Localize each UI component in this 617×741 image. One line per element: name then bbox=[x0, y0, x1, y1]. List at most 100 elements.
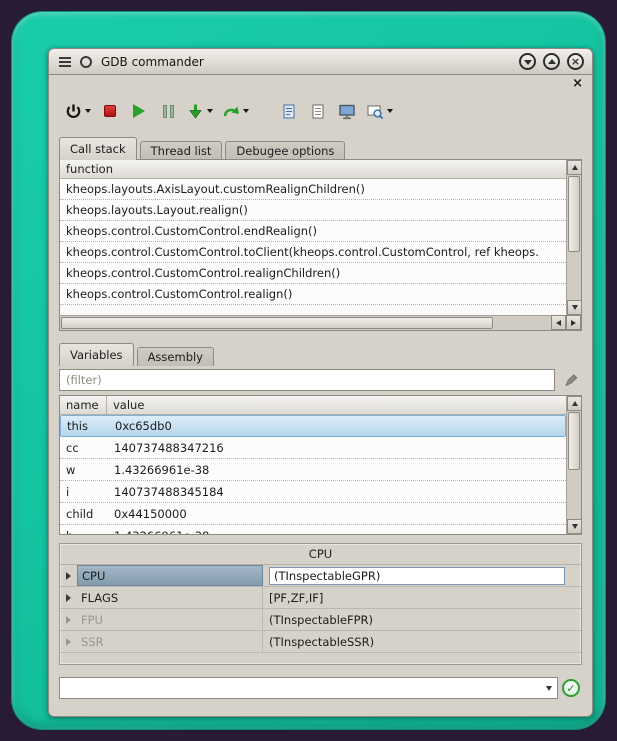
callstack-row[interactable]: kheops.layouts.Layout.realign() bbox=[60, 200, 566, 221]
tab-thread-list[interactable]: Thread list bbox=[140, 141, 223, 160]
stop-icon bbox=[104, 105, 116, 117]
tab-variables[interactable]: Variables bbox=[59, 343, 134, 366]
cpu-register-list: CPU (TInspectableGPR) FLAGS [PF,ZF,IF] F… bbox=[60, 564, 581, 653]
cpu-row[interactable]: CPU (TInspectableGPR) bbox=[60, 565, 581, 587]
variables-panel: name value this 0xc65db0 cc 140737488347… bbox=[59, 395, 582, 535]
inspect-dropdown-icon[interactable] bbox=[387, 109, 393, 113]
callstack-panel: function kheops.layouts.AxisLayout.custo… bbox=[59, 159, 582, 331]
variable-row[interactable]: cc 140737488347216 bbox=[60, 437, 566, 459]
scroll-up-button[interactable] bbox=[567, 160, 582, 175]
titlebar[interactable]: GDB commander × bbox=[49, 49, 592, 75]
debug-toolbar bbox=[49, 93, 592, 129]
send-command-button[interactable]: ✓ bbox=[562, 679, 580, 697]
scrollbar-thumb[interactable] bbox=[61, 317, 493, 329]
tab-debugee-options[interactable]: Debugee options bbox=[225, 141, 345, 160]
column-header-value[interactable]: value bbox=[107, 396, 568, 414]
scroll-up-button[interactable] bbox=[567, 396, 582, 411]
monitor-button[interactable] bbox=[335, 98, 359, 124]
shade-button[interactable] bbox=[519, 53, 536, 70]
scroll-left-button[interactable] bbox=[551, 315, 566, 330]
variables-vertical-scrollbar[interactable] bbox=[566, 396, 581, 534]
command-list-icon bbox=[310, 103, 326, 120]
variable-row[interactable]: b 1.43266961e-38 bbox=[60, 525, 566, 534]
callstack-row[interactable]: kheops.layouts.AxisLayout.customRealignC… bbox=[60, 179, 566, 200]
chevron-down-icon bbox=[524, 60, 532, 65]
filter-row bbox=[59, 369, 582, 391]
pause-icon bbox=[163, 105, 174, 118]
tab-call-stack[interactable]: Call stack bbox=[59, 137, 137, 160]
titlebar-buttons: × bbox=[519, 53, 584, 70]
callstack-horizontal-scrollbar[interactable] bbox=[60, 315, 581, 330]
cpu-inspector: CPU CPU (TInspectableGPR) FLAGS [PF,ZF,I… bbox=[59, 543, 582, 665]
open-doc-icon bbox=[281, 103, 297, 120]
window-frame: GDB commander × × bbox=[12, 12, 605, 729]
step-into-button[interactable] bbox=[185, 98, 215, 124]
variable-row[interactable]: i 140737488345184 bbox=[60, 481, 566, 503]
open-doc-button[interactable] bbox=[277, 98, 301, 124]
pause-button[interactable] bbox=[156, 98, 180, 124]
callstack-row[interactable]: kheops.control.CustomControl.toClient(kh… bbox=[60, 242, 566, 263]
filter-icon[interactable] bbox=[562, 371, 580, 389]
stop-button[interactable] bbox=[98, 98, 122, 124]
variables-list: this 0xc65db0 cc 140737488347216 w 1.432… bbox=[60, 415, 566, 534]
power-button[interactable] bbox=[63, 98, 93, 124]
variables-header: name value bbox=[60, 396, 568, 415]
power-icon bbox=[65, 103, 82, 120]
scroll-down-button[interactable] bbox=[567, 300, 582, 315]
scroll-down-button[interactable] bbox=[567, 519, 582, 534]
scrollbar-thumb[interactable] bbox=[568, 176, 580, 252]
column-header-name[interactable]: name bbox=[60, 396, 107, 414]
cpu-row[interactable]: SSR (TInspectableSSR) bbox=[60, 631, 581, 653]
variable-row[interactable]: child 0x44150000 bbox=[60, 503, 566, 525]
expand-arrow-icon[interactable] bbox=[60, 638, 77, 646]
close-button[interactable]: × bbox=[567, 53, 584, 70]
inspect-button[interactable] bbox=[364, 98, 395, 124]
window-title: GDB commander bbox=[101, 55, 204, 69]
check-icon: ✓ bbox=[566, 683, 575, 694]
expand-arrow-icon[interactable] bbox=[60, 594, 77, 602]
combobox-dropdown-icon[interactable] bbox=[540, 678, 557, 698]
expand-arrow-icon[interactable] bbox=[60, 616, 77, 624]
tab-assembly[interactable]: Assembly bbox=[137, 347, 214, 366]
filter-input[interactable] bbox=[59, 369, 555, 391]
dock-header: × bbox=[49, 76, 592, 93]
run-icon bbox=[133, 104, 145, 118]
callstack-row[interactable]: kheops.control.CustomControl.realignChil… bbox=[60, 263, 566, 284]
callstack-tabbar: Call stack Thread list Debugee options bbox=[59, 135, 582, 160]
dock-close-button[interactable]: × bbox=[572, 77, 583, 91]
gdb-command-input[interactable] bbox=[59, 677, 558, 699]
run-button[interactable] bbox=[127, 98, 151, 124]
cpu-value-edit[interactable]: (TInspectableGPR) bbox=[269, 567, 565, 585]
expand-arrow-icon[interactable] bbox=[60, 572, 77, 580]
inspect-icon bbox=[366, 103, 384, 120]
callstack-row[interactable]: kheops.control.CustomControl.endRealign(… bbox=[60, 221, 566, 242]
variable-row[interactable]: w 1.43266961e-38 bbox=[60, 459, 566, 481]
close-icon: × bbox=[571, 56, 580, 67]
variable-row[interactable]: this 0xc65db0 bbox=[60, 415, 566, 437]
callstack-vertical-scrollbar[interactable] bbox=[566, 160, 581, 315]
callstack-list: kheops.layouts.AxisLayout.customRealignC… bbox=[60, 179, 566, 315]
desktop-background: GDB commander × × bbox=[0, 0, 617, 741]
chevron-up-icon bbox=[548, 59, 556, 64]
step-into-icon bbox=[187, 103, 204, 120]
scroll-right-button[interactable] bbox=[566, 315, 581, 330]
cpu-row[interactable]: FPU (TInspectableFPR) bbox=[60, 609, 581, 631]
column-header-function[interactable]: function bbox=[60, 160, 566, 179]
scrollbar-thumb[interactable] bbox=[568, 412, 580, 470]
callstack-row[interactable]: kheops.control.CustomControl.realign() bbox=[60, 284, 566, 305]
monitor-icon bbox=[338, 103, 356, 120]
gdb-commander-window: GDB commander × × bbox=[48, 48, 593, 717]
cpu-group-title: CPU bbox=[60, 544, 581, 564]
command-row: ✓ bbox=[59, 677, 582, 701]
app-icon bbox=[78, 54, 94, 70]
command-list-button[interactable] bbox=[306, 98, 330, 124]
step-over-dropdown-icon[interactable] bbox=[243, 109, 249, 113]
cpu-row[interactable]: FLAGS [PF,ZF,IF] bbox=[60, 587, 581, 609]
power-dropdown-icon[interactable] bbox=[85, 109, 91, 113]
step-over-button[interactable] bbox=[220, 98, 251, 124]
variables-tabbar: Variables Assembly bbox=[59, 341, 582, 366]
maximize-button[interactable] bbox=[543, 53, 560, 70]
step-over-icon bbox=[222, 103, 240, 120]
step-into-dropdown-icon[interactable] bbox=[207, 109, 213, 113]
window-menu-icon[interactable] bbox=[57, 54, 73, 70]
